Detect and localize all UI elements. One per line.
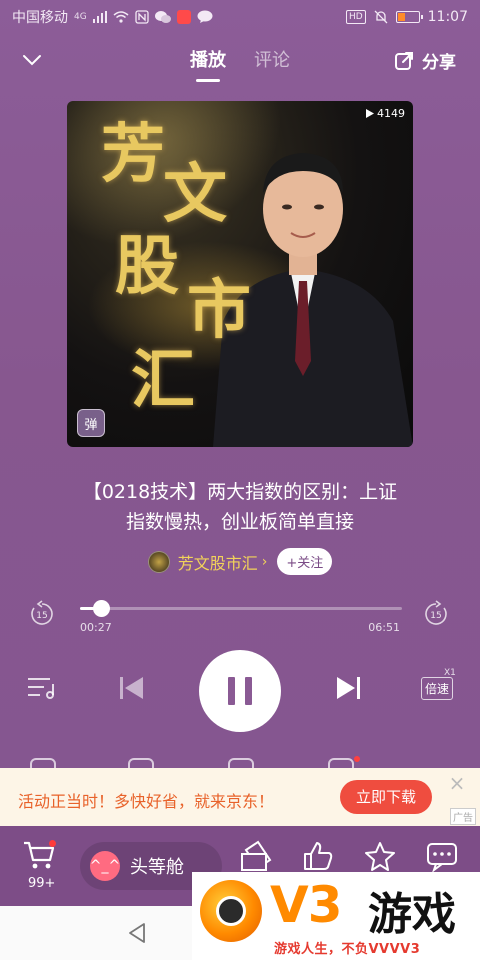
danmu-label: 弹 (84, 417, 98, 433)
progress-bar[interactable] (80, 600, 402, 617)
author-row: 芳文股市汇 › +关注 (0, 548, 480, 575)
author-name[interactable]: 芳文股市汇 (178, 550, 258, 574)
download-icon[interactable] (128, 758, 154, 768)
vip-cat-icon: ^_^ (90, 851, 120, 881)
total-time: 06:51 (368, 621, 400, 634)
pause-button[interactable] (199, 650, 281, 732)
play-count-value: 4149 (377, 107, 405, 120)
previous-track-icon[interactable] (116, 672, 148, 704)
tab-comments[interactable]: 评论 (254, 46, 290, 82)
more-icon[interactable] (328, 758, 354, 768)
episode-title-line-2: 指数慢热，创业板简单直接 (125, 511, 354, 533)
play-count-icon (366, 109, 374, 118)
wechat-icon (154, 11, 171, 23)
ticket-icon[interactable] (240, 840, 272, 872)
signal-icon (92, 11, 107, 23)
ad-text: 活动正当时！多快好省，就来京东！ (18, 792, 275, 811)
forward-15-icon[interactable]: 15 (422, 600, 450, 628)
like-icon[interactable] (302, 840, 334, 872)
watermark-logo-icon (200, 880, 262, 942)
cover-char-1: 芳 (101, 117, 165, 192)
cart-notification-dot (49, 840, 56, 847)
top-nav: 播放 评论 分享 (0, 40, 480, 84)
message-icon (197, 10, 213, 23)
comment-icon[interactable] (228, 758, 254, 768)
timer-icon[interactable] (30, 758, 56, 768)
carrier-label: 中国移动 (12, 10, 68, 26)
favorite-star-icon[interactable] (364, 840, 396, 872)
share-button[interactable]: 分享 (394, 48, 456, 73)
ad-banner[interactable]: 活动正当时！多快好省，就来京东！ 立即下载 × 广告 (0, 768, 480, 826)
next-track-icon[interactable] (332, 672, 364, 704)
rewind-15-icon[interactable]: 15 (28, 600, 56, 628)
status-bar: 中国移动 4G HD 11:07 (0, 0, 480, 34)
wifi-icon (113, 11, 129, 23)
author-avatar[interactable] (147, 550, 170, 573)
map-app-icon (176, 10, 191, 24)
comment-bubble-icon[interactable] (426, 840, 458, 872)
play-count: 4149 (366, 107, 405, 120)
hd-badge: HD (345, 10, 366, 24)
playlist-icon[interactable] (26, 674, 58, 702)
episode-title-line-1: 【0218技术】两大指数的区别：上证 (82, 481, 398, 503)
secondary-actions-row (0, 756, 480, 768)
vip-label: 头等舱 (130, 857, 184, 878)
forward-label: 15 (430, 611, 441, 621)
ad-download-button[interactable]: 立即下载 (340, 780, 432, 814)
rewind-label: 15 (36, 611, 47, 621)
tab-play[interactable]: 播放 (190, 46, 226, 82)
share-label: 分享 (422, 53, 456, 73)
cover-char-4: 市 (187, 273, 251, 348)
current-time: 00:27 (80, 621, 112, 634)
network-label: 4G (74, 12, 87, 22)
notification-dot (354, 756, 360, 762)
cover-char-2: 文 (163, 157, 227, 232)
playback-controls: 倍速 X1 (0, 650, 480, 732)
watermark: V3 游戏 游戏人生，不负VVVV3 (192, 872, 480, 960)
pause-icon-bar-right (245, 677, 252, 705)
nfc-icon (135, 10, 149, 24)
speed-value: X1 (444, 668, 456, 678)
close-icon[interactable]: × (448, 773, 466, 793)
battery-icon (395, 11, 423, 23)
follow-button[interactable]: +关注 (277, 548, 333, 575)
cover-title-art: 芳 文 股 市 汇 (95, 123, 295, 443)
watermark-brand-v3: V3 (270, 876, 342, 934)
watermark-slogan: 游戏人生，不负VVVV3 (274, 942, 421, 957)
danmu-toggle-button[interactable]: 弹 (77, 409, 105, 437)
mute-icon (374, 10, 388, 24)
back-icon[interactable] (126, 922, 148, 944)
cart-count: 99+ (28, 876, 56, 891)
cover-char-3: 股 (115, 229, 179, 304)
clock: 11:07 (427, 9, 468, 25)
speed-button[interactable]: 倍速 (421, 677, 454, 700)
watermark-brand-cn: 游戏 (368, 889, 456, 940)
pause-icon-bar-left (228, 677, 235, 705)
album-cover[interactable]: 芳 文 股 市 汇 4149 弹 (67, 101, 413, 447)
episode-title: 【0218技术】两大指数的区别：上证 指数慢热，创业板简单直接 (40, 477, 440, 537)
cover-char-5: 汇 (131, 343, 195, 418)
author-arrow-icon: › (261, 553, 268, 570)
ad-tag: 广告 (450, 808, 476, 825)
share-icon (395, 51, 413, 70)
